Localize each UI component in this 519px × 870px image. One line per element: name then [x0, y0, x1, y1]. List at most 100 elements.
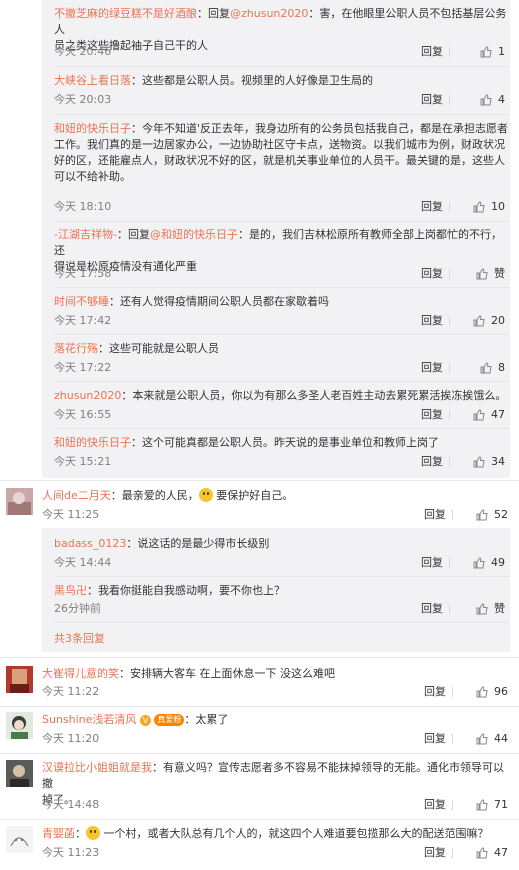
reply-meta: 今天 14:44 回复 49: [54, 555, 509, 571]
avatar[interactable]: [6, 760, 33, 787]
like-button[interactable]: 赞: [451, 601, 505, 617]
timestamp: 今天 17:22: [54, 361, 112, 374]
avatar[interactable]: [6, 488, 33, 515]
reply-author[interactable]: 不撤芝麻的绿豆糕不是好酒酿: [54, 7, 197, 20]
reply-meta: 今天 16:55 回复 47: [54, 407, 509, 423]
divider: [0, 657, 519, 658]
reply-button[interactable]: 回复: [421, 44, 443, 60]
comment-text: 人间de二月天：最亲爱的人民， 要保护好自己。: [42, 488, 294, 502]
thumbs-up-icon: [476, 603, 488, 615]
mention-link[interactable]: @和妞的快乐日子: [150, 228, 238, 241]
comment-text: Sunshine浅若清风 V 真爱粉 ：太累了: [42, 713, 229, 726]
reply-author[interactable]: badass_0123: [54, 537, 126, 550]
like-button[interactable]: 52: [454, 507, 508, 523]
like-button[interactable]: 赞: [451, 266, 505, 282]
like-count: 49: [491, 556, 505, 569]
reply-item: 大峡谷上看日落：这些都是公职人员。视频里的人好像是卫生局的: [54, 73, 509, 89]
divider: [449, 202, 450, 212]
divider: [0, 753, 519, 754]
reply-author[interactable]: zhusun2020: [54, 389, 121, 402]
thumbs-up-icon: [476, 268, 488, 280]
reply-button[interactable]: 回复: [424, 507, 446, 523]
divider: [54, 334, 509, 335]
thumbs-up-icon: [476, 799, 488, 811]
thumbs-up-icon: [480, 362, 492, 374]
reply-item: 落花行殇：这些可能就是公职人员: [54, 341, 509, 357]
reply-button[interactable]: 回复: [421, 454, 443, 470]
timestamp: 今天 11:20: [42, 732, 100, 745]
reply-author[interactable]: 时间不够睡: [54, 295, 109, 308]
timestamp: 今天 20:46: [54, 45, 112, 58]
reply-meta: 今天 20:03 回复 4: [54, 92, 509, 108]
divider: [449, 269, 450, 279]
reply-item: 不撤芝麻的绿豆糕不是好酒酿：回复@zhusun2020：害，在他眼里公职人员不包…: [54, 6, 509, 52]
reply-button[interactable]: 回复: [421, 360, 443, 376]
reply-button[interactable]: 回复: [421, 407, 443, 423]
comment-author[interactable]: 大崔得儿意的笑: [42, 667, 119, 680]
reply-button[interactable]: 回复: [424, 731, 446, 747]
comment-meta: 今天 14:48 回复 71: [42, 797, 512, 813]
divider: [452, 687, 453, 697]
like-button[interactable]: 49: [451, 555, 505, 571]
comment-author[interactable]: 汉谟拉比小姐姐就是我: [42, 761, 152, 774]
like-button[interactable]: 1: [451, 44, 505, 60]
timestamp: 今天 20:03: [54, 93, 112, 106]
like-button[interactable]: 4: [451, 92, 505, 108]
like-button[interactable]: 20: [451, 313, 505, 329]
reply-text: 可以不给补助。: [54, 170, 131, 183]
timestamp: 今天 14:48: [42, 798, 100, 811]
like-button[interactable]: 10: [451, 199, 505, 215]
reply-button[interactable]: 回复: [424, 845, 446, 861]
comment-meta: 今天 11:25 回复 52: [42, 507, 512, 523]
reply-author[interactable]: 大峡谷上看日落: [54, 74, 131, 87]
thumbs-up-icon: [473, 201, 485, 213]
like-count: 8: [498, 361, 505, 374]
avatar[interactable]: [6, 712, 33, 739]
reply-text: 好的区，还能雇点人，财政状况不好的区，就是机关事业单位的人员干。最关键的是，这些…: [54, 154, 505, 167]
reply-button[interactable]: 回复: [421, 601, 443, 617]
reply-button[interactable]: 回复: [424, 684, 446, 700]
vip-icon: V: [139, 715, 151, 726]
reply-item: 黑鸟卍：我看你挺能自我感动啊，要不你也上？: [54, 583, 509, 599]
reply-button[interactable]: 回复: [421, 555, 443, 571]
mention-link[interactable]: @zhusun2020: [230, 7, 308, 20]
like-button[interactable]: 47: [454, 845, 508, 861]
reply-author[interactable]: 黑鸟卍: [54, 584, 87, 597]
reply-item: badass_0123：说这话的是最少得市长级别: [54, 536, 509, 552]
like-button[interactable]: 96: [454, 684, 508, 700]
reply-button[interactable]: 回复: [421, 199, 443, 215]
divider: [452, 510, 453, 520]
avatar[interactable]: [6, 826, 33, 853]
comment-author[interactable]: Sunshine浅若清风: [42, 713, 136, 726]
reply-button[interactable]: 回复: [421, 313, 443, 329]
reply-author[interactable]: 落花行殇: [54, 342, 98, 355]
like-count: 52: [494, 508, 508, 521]
reply-button[interactable]: 回复: [424, 797, 446, 813]
like-button[interactable]: 8: [451, 360, 505, 376]
divider: [54, 428, 509, 429]
comment-author[interactable]: 人间de二月天: [42, 489, 111, 502]
like-count: 4: [498, 93, 505, 106]
like-button[interactable]: 34: [451, 454, 505, 470]
like-button[interactable]: 47: [451, 407, 505, 423]
thumbs-up-icon: [476, 847, 488, 859]
like-count: 赞: [494, 267, 505, 280]
like-button[interactable]: 44: [454, 731, 508, 747]
reply-author[interactable]: 和妞的快乐日子: [54, 436, 131, 449]
thumbs-up-icon: [473, 557, 485, 569]
avatar[interactable]: [6, 666, 33, 693]
comment-author[interactable]: 青婴菡: [42, 827, 75, 840]
reply-button[interactable]: 回复: [421, 92, 443, 108]
more-replies-link[interactable]: 共3条回复: [54, 630, 509, 646]
like-button[interactable]: 71: [454, 797, 508, 813]
timestamp: 今天 14:44: [54, 556, 112, 569]
like-count: 赞: [494, 602, 505, 615]
divider: [0, 819, 519, 820]
reply-author[interactable]: 和妞的快乐日子: [54, 122, 131, 135]
thumbs-up-icon: [476, 686, 488, 698]
reply-author[interactable]: -江湖吉祥物-: [54, 228, 117, 241]
like-count: 20: [491, 314, 505, 327]
divider: [449, 363, 450, 373]
reply-button[interactable]: 回复: [421, 266, 443, 282]
divider: [452, 800, 453, 810]
